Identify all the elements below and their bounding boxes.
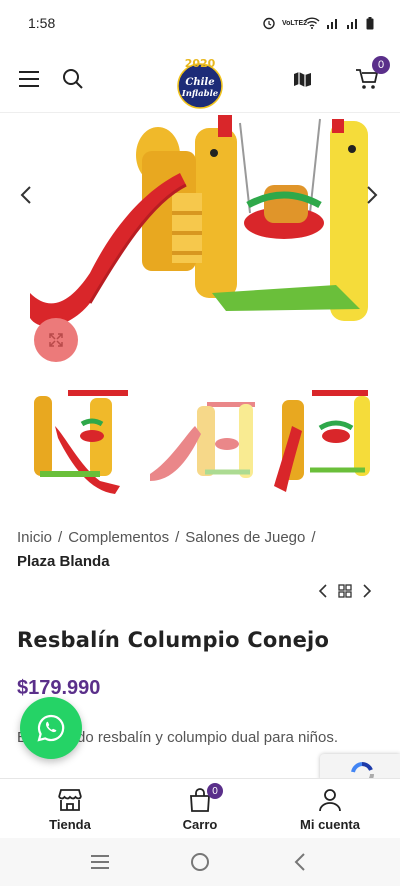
chevron-right-icon bbox=[367, 186, 378, 204]
chevron-left-icon bbox=[20, 186, 31, 204]
bottom-nav-carro[interactable]: 0 Carro bbox=[150, 783, 250, 832]
product-gallery[interactable] bbox=[0, 113, 400, 380]
prev-product-button[interactable] bbox=[318, 584, 328, 603]
logo-year: 2020 bbox=[185, 57, 216, 70]
alarm-icon bbox=[263, 17, 275, 30]
bottom-nav-label: Tienda bbox=[49, 817, 91, 832]
signal-icon bbox=[327, 19, 337, 29]
map-button[interactable] bbox=[288, 64, 318, 94]
product-title: Resbalín Columpio Conejo bbox=[17, 628, 330, 652]
bottom-nav-tienda[interactable]: Tienda bbox=[20, 787, 120, 832]
cart-count-badge: 0 bbox=[372, 56, 390, 74]
header-cart-button[interactable]: 0 bbox=[352, 56, 390, 94]
whatsapp-icon bbox=[37, 714, 65, 742]
search-button[interactable] bbox=[58, 64, 88, 94]
recent-apps-icon bbox=[91, 855, 109, 869]
gallery-prev-button[interactable] bbox=[14, 183, 38, 207]
breadcrumb-link-complementos[interactable]: Complementos bbox=[68, 529, 169, 546]
svg-text:Inflable: Inflable bbox=[181, 89, 219, 99]
gallery-next-button[interactable] bbox=[360, 183, 384, 207]
status-time: 1:58 bbox=[28, 15, 56, 31]
product-navigation bbox=[318, 584, 372, 603]
product-price: $179.990 bbox=[17, 677, 101, 699]
network-label: VoLTE2 bbox=[282, 19, 308, 27]
breadcrumb-link-salones[interactable]: Salones de Juego bbox=[185, 529, 305, 546]
home-button[interactable] bbox=[188, 850, 212, 874]
back-button[interactable] bbox=[288, 850, 312, 874]
bottom-nav-label: Carro bbox=[182, 817, 218, 832]
status-icons: VoLTE2 bbox=[262, 16, 374, 30]
whatsapp-button[interactable] bbox=[20, 697, 82, 759]
battery-icon bbox=[366, 16, 374, 29]
user-icon bbox=[319, 789, 341, 812]
breadcrumb-link-inicio[interactable]: Inicio bbox=[17, 529, 52, 546]
thumbnail-2[interactable] bbox=[145, 386, 255, 496]
recaptcha-icon bbox=[351, 762, 374, 780]
system-navigation-bar bbox=[0, 838, 400, 886]
home-circle-icon bbox=[191, 853, 209, 871]
back-chevron-icon bbox=[294, 853, 305, 871]
thumbnail-1[interactable] bbox=[20, 386, 130, 496]
wifi-icon bbox=[304, 17, 320, 29]
bottom-nav-mi-cuenta[interactable]: Mi cuenta bbox=[280, 787, 380, 832]
zoom-button[interactable] bbox=[34, 318, 78, 362]
signal-icon-2 bbox=[347, 19, 357, 29]
recent-apps-button[interactable] bbox=[88, 850, 112, 874]
app-header: 2020 Chile Inflable 0 bbox=[0, 46, 400, 112]
expand-icon bbox=[49, 333, 63, 347]
bottom-navigation: Tienda 0 Carro Mi cuenta bbox=[0, 778, 400, 838]
breadcrumb: Inicio / Complementos / Salones de Juego / Pl… bbox=[17, 529, 316, 570]
menu-button[interactable] bbox=[14, 64, 44, 94]
next-product-button[interactable] bbox=[362, 584, 372, 603]
site-logo[interactable]: 2020 Chile Inflable bbox=[170, 52, 230, 110]
product-grid-button[interactable] bbox=[338, 584, 352, 603]
bottom-cart-badge: 0 bbox=[207, 783, 223, 799]
chevron-left-icon bbox=[318, 584, 327, 598]
breadcrumb-current: Plaza Blanda bbox=[17, 553, 110, 570]
product-thumbnails bbox=[0, 386, 400, 496]
hamburger-icon bbox=[19, 71, 39, 87]
recaptcha-badge[interactable] bbox=[320, 754, 400, 780]
chevron-right-icon bbox=[363, 584, 372, 598]
thumbnail-3[interactable] bbox=[270, 386, 380, 496]
map-icon bbox=[294, 72, 311, 88]
status-bar: 1:58 VoLTE2 bbox=[0, 0, 400, 46]
search-icon bbox=[63, 69, 83, 89]
grid-icon bbox=[338, 584, 352, 598]
bottom-nav-label: Mi cuenta bbox=[300, 817, 360, 832]
svg-text:Chile: Chile bbox=[185, 77, 214, 88]
store-icon bbox=[58, 789, 82, 811]
